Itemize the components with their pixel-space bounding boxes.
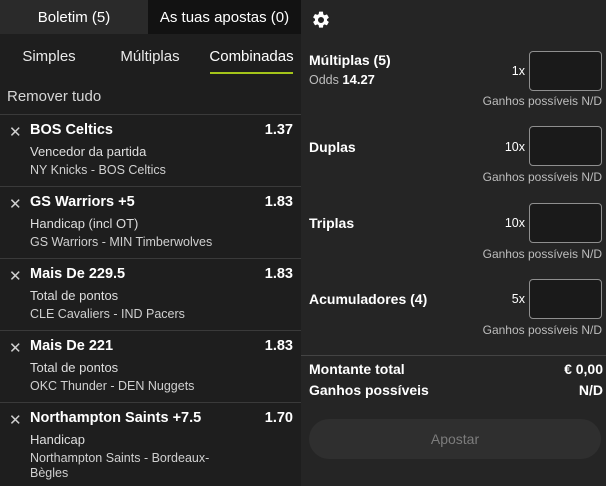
betslip-panel: Boletim (5) As tuas apostas (0) Simples …	[0, 0, 301, 486]
selection-event: NY Knicks - BOS Celtics	[30, 163, 166, 177]
tab-combined[interactable]: Combinadas	[202, 34, 301, 78]
stake-input[interactable]	[529, 126, 602, 166]
close-icon[interactable]: ✕	[9, 267, 22, 285]
tab-multiples[interactable]: Múltiplas	[98, 34, 202, 78]
stake-input[interactable]	[529, 203, 602, 243]
close-icon[interactable]: ✕	[9, 195, 22, 213]
selection-market: Total de pontos	[30, 288, 119, 303]
combo-name: Triplas	[309, 215, 355, 231]
tab-singles[interactable]: Simples	[0, 34, 98, 78]
selection-row: ✕ Northampton Saints +7.5 1.70 Handicap …	[0, 403, 301, 480]
potential-gains: Ganhos possíveis N/D	[482, 94, 602, 108]
selection-odd: 1.83	[264, 194, 293, 210]
selection-event: OKC Thunder - DEN Nuggets	[30, 379, 195, 393]
potential-gains: Ganhos possíveis N/D	[482, 170, 602, 184]
stake-input[interactable]	[529, 51, 602, 91]
top-tabs: Boletim (5) As tuas apostas (0)	[0, 0, 301, 34]
selection-market: Vencedor da partida	[30, 144, 147, 159]
close-icon[interactable]: ✕	[9, 123, 22, 141]
combo-multiplier: 10x	[504, 216, 525, 230]
stake-input[interactable]	[529, 279, 602, 319]
remove-all-link[interactable]: Remover tudo	[0, 78, 301, 115]
total-gains-line: Ganhos possíveis N/D	[309, 382, 603, 398]
bet-type-tabs: Simples Múltiplas Combinadas	[0, 34, 301, 78]
selection-odd: 1.83	[264, 266, 293, 282]
divider	[301, 355, 606, 356]
total-stake-value: € 0,00	[564, 361, 603, 377]
combo-odds: Odds 14.27	[309, 72, 375, 87]
combo-multiplier: 10x	[504, 140, 525, 154]
place-bet-button[interactable]: Apostar	[309, 419, 601, 459]
selection-row: ✕ GS Warriors +5 1.83 Handicap (incl OT)…	[0, 187, 301, 259]
selection-odd: 1.70	[264, 410, 293, 426]
total-stake-label: Montante total	[309, 361, 405, 377]
selection-event: GS Warriors - MIN Timberwolves	[30, 235, 213, 249]
gear-icon[interactable]	[311, 10, 331, 30]
combo-name: Acumuladores (4)	[309, 291, 428, 307]
selection-row: ✕ BOS Celtics 1.37 Vencedor da partida N…	[0, 115, 301, 187]
selection-name: Northampton Saints +7.5	[30, 410, 202, 426]
selection-odd: 1.83	[264, 338, 293, 354]
close-icon[interactable]: ✕	[9, 411, 22, 429]
close-icon[interactable]: ✕	[9, 339, 22, 357]
selection-odd: 1.37	[264, 122, 293, 138]
combo-multiplier: 5x	[511, 292, 525, 306]
selection-market: Total de pontos	[30, 360, 119, 375]
potential-gains: Ganhos possíveis N/D	[482, 323, 602, 337]
selection-row: ✕ Mais De 221 1.83 Total de pontos OKC T…	[0, 331, 301, 403]
total-gains-label: Ganhos possíveis	[309, 382, 429, 398]
selection-event: Northampton Saints - Bordeaux-Bègles	[30, 451, 210, 480]
selection-name: Mais De 229.5	[30, 266, 126, 282]
total-gains-value: N/D	[578, 382, 603, 398]
combo-name: Duplas	[309, 139, 356, 155]
selection-market: Handicap	[30, 432, 85, 447]
selection-market: Handicap (incl OT)	[30, 216, 139, 231]
selection-name: GS Warriors +5	[30, 194, 135, 210]
selection-name: Mais De 221	[30, 338, 114, 354]
potential-gains: Ganhos possíveis N/D	[482, 247, 602, 261]
tab-betslip[interactable]: Boletim (5)	[0, 0, 148, 34]
selection-event: CLE Cavaliers - IND Pacers	[30, 307, 185, 321]
stake-panel: Múltiplas (5) Odds 14.27 1x Ganhos possí…	[301, 0, 606, 486]
total-stake-line: Montante total € 0,00	[309, 361, 603, 377]
combo-name: Múltiplas (5)	[309, 52, 391, 68]
selection-row: ✕ Mais De 229.5 1.83 Total de pontos CLE…	[0, 259, 301, 331]
selection-name: BOS Celtics	[30, 122, 113, 138]
tab-my-bets[interactable]: As tuas apostas (0)	[148, 0, 301, 34]
combo-multiplier: 1x	[511, 64, 525, 78]
